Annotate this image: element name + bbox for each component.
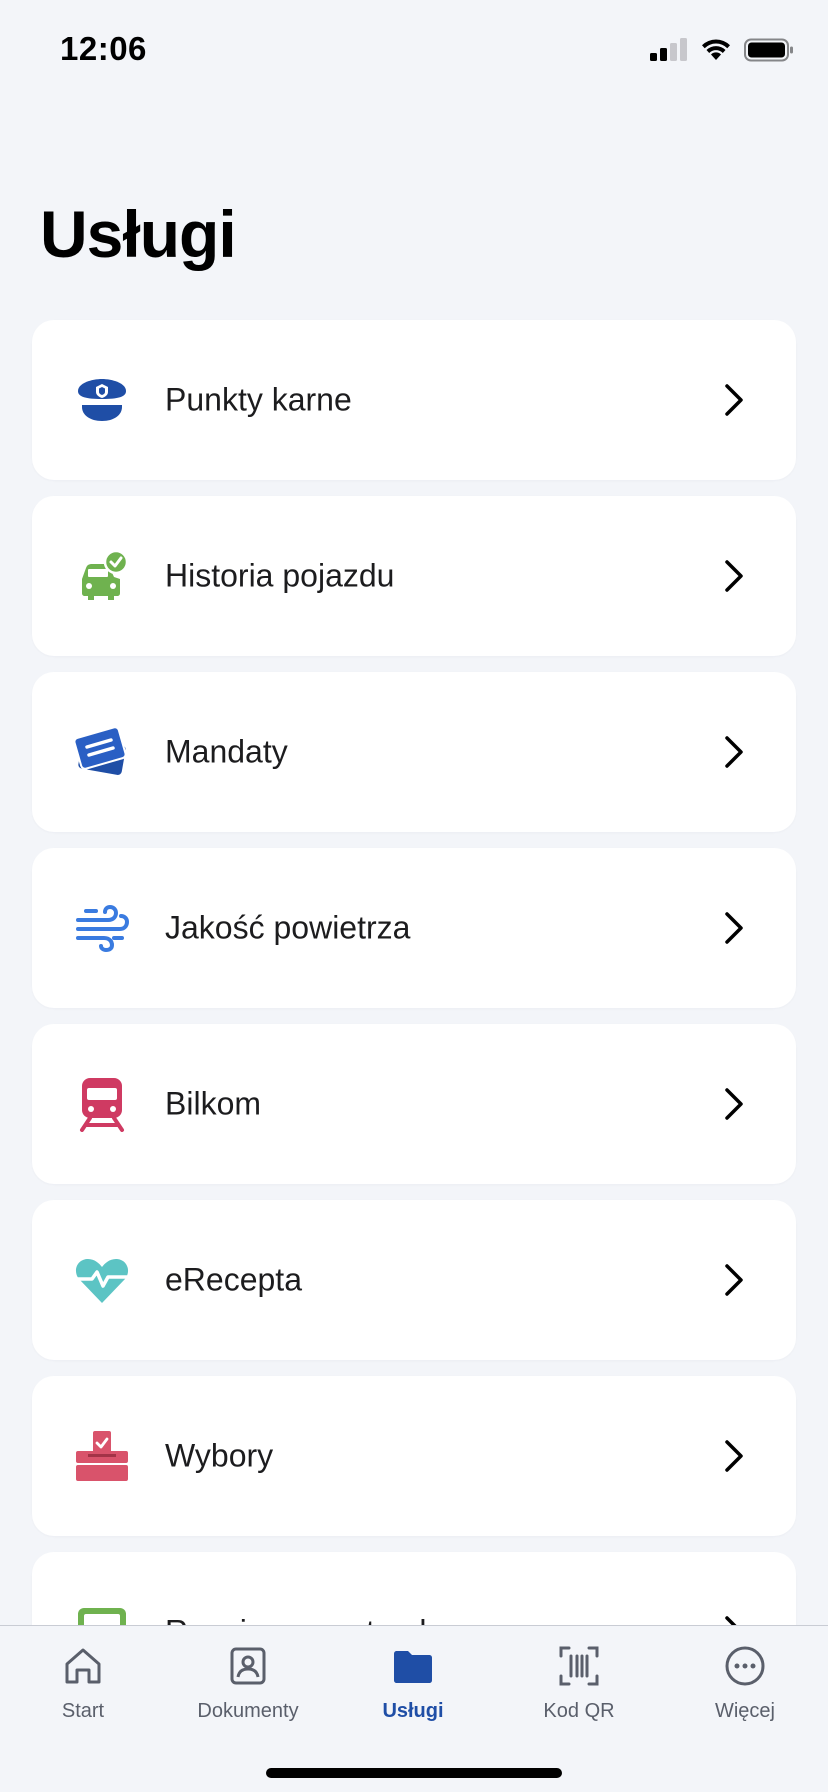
battery-icon xyxy=(744,38,793,62)
services-list: Punkty karne Historia pojazdu Mandaty Ja… xyxy=(32,320,796,1728)
id-card-icon xyxy=(230,1647,266,1685)
tab-label: Dokumenty xyxy=(197,1700,299,1722)
wifi-icon xyxy=(702,39,730,60)
service-wybory[interactable]: Wybory xyxy=(32,1376,796,1536)
service-historia-pojazdu[interactable]: Historia pojazdu xyxy=(32,496,796,656)
car-check-icon xyxy=(72,546,132,606)
qr-scan-icon xyxy=(559,1646,599,1686)
chevron-right-icon xyxy=(725,1088,743,1120)
service-jakosc-powietrza[interactable]: Jakość powietrza xyxy=(32,848,796,1008)
tickets-icon xyxy=(72,722,132,782)
police-cap-icon xyxy=(72,370,132,430)
status-bar: 12:06 xyxy=(0,0,828,100)
tab-label: Start xyxy=(61,1700,105,1722)
ballot-box-icon xyxy=(72,1426,132,1486)
service-label: Historia pojazdu xyxy=(165,557,395,594)
wind-icon xyxy=(72,898,132,958)
service-label: eRecepta xyxy=(165,1261,302,1298)
service-erecepta[interactable]: eRecepta xyxy=(32,1200,796,1360)
home-icon xyxy=(65,1648,101,1684)
tab-kod-qr[interactable]: Kod QR xyxy=(496,1626,662,1746)
tab-bar: Start Dokumenty Usługi Kod QR Więcej xyxy=(0,1625,828,1792)
heart-pulse-icon xyxy=(72,1250,132,1310)
train-icon xyxy=(72,1074,132,1134)
page-title: Usługi xyxy=(40,197,237,271)
service-mandaty[interactable]: Mandaty xyxy=(32,672,796,832)
tab-label: Kod QR xyxy=(543,1700,615,1722)
tab-label: Więcej xyxy=(714,1700,775,1722)
chevron-right-icon xyxy=(725,736,743,768)
chevron-right-icon xyxy=(725,1264,743,1296)
home-indicator xyxy=(266,1768,562,1778)
service-label: Wybory xyxy=(165,1437,274,1474)
status-time: 12:06 xyxy=(60,30,147,67)
chevron-right-icon xyxy=(725,560,743,592)
tab-dokumenty[interactable]: Dokumenty xyxy=(165,1626,331,1746)
more-icon xyxy=(725,1646,765,1686)
chevron-right-icon xyxy=(725,912,743,944)
service-label: Jakość powietrza xyxy=(165,909,411,946)
service-label: Punkty karne xyxy=(165,381,352,418)
tab-wiecej[interactable]: Więcej xyxy=(662,1626,828,1746)
tab-start[interactable]: Start xyxy=(0,1626,166,1746)
service-punkty-karne[interactable]: Punkty karne xyxy=(32,320,796,480)
service-label: Bilkom xyxy=(165,1085,262,1122)
status-icons xyxy=(648,36,794,64)
chevron-right-icon xyxy=(725,1440,743,1472)
tab-uslugi[interactable]: Usługi xyxy=(330,1626,496,1746)
folder-icon xyxy=(394,1651,432,1683)
cellular-signal-icon xyxy=(650,38,687,61)
tab-label: Usługi xyxy=(382,1700,444,1722)
chevron-right-icon xyxy=(725,384,743,416)
service-label: Mandaty xyxy=(165,733,288,770)
service-bilkom[interactable]: Bilkom xyxy=(32,1024,796,1184)
